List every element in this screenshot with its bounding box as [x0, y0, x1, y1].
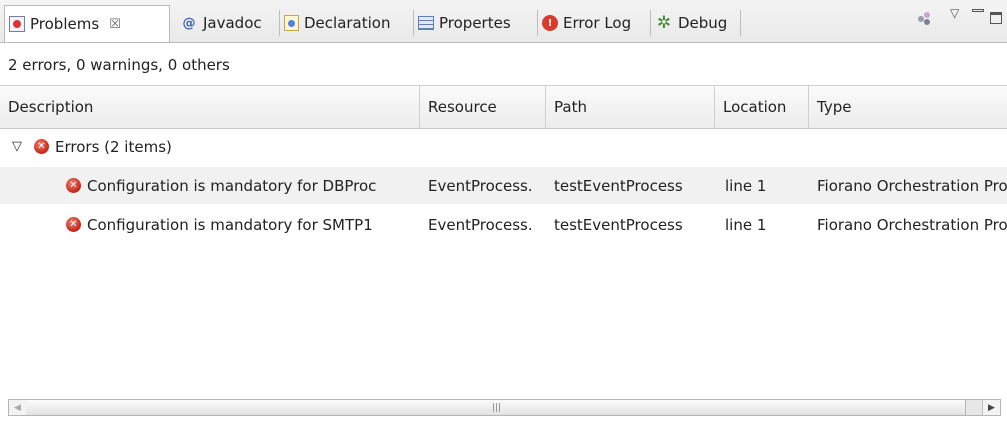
table-row[interactable]: ✕ Configuration is mandatory for SMTP1 E… — [0, 206, 1007, 243]
error-icon: ✕ — [34, 139, 49, 154]
close-icon[interactable]: ☒ — [109, 17, 121, 32]
problems-icon — [9, 16, 25, 32]
javadoc-icon: @ — [182, 15, 196, 31]
declaration-icon — [284, 15, 299, 31]
minimize-icon — [972, 8, 984, 12]
tab-properties[interactable]: Propertes — [414, 6, 538, 40]
error-icon: ✕ — [66, 217, 81, 232]
problem-path: testEventProcess — [554, 215, 683, 234]
column-header-path[interactable]: Path — [546, 86, 715, 128]
tab-error-log[interactable]: ! Error Log — [538, 6, 651, 40]
table-row[interactable]: ✕ Configuration is mandatory for DBProc … — [0, 167, 1007, 204]
tab-declaration-label: Declaration — [304, 14, 391, 32]
tab-error-log-label: Error Log — [563, 14, 632, 32]
focus-on-active-task-icon[interactable] — [918, 12, 932, 26]
scroll-left-icon[interactable]: ◀ — [9, 400, 27, 415]
problem-type: Fiorano Orchestration Problem — [817, 215, 1007, 234]
table-header: Description Resource Path Location Type — [0, 85, 1007, 129]
problem-description: Configuration is mandatory for DBProc — [87, 176, 377, 195]
scrollbar-thumb[interactable] — [26, 400, 966, 415]
properties-icon — [418, 16, 434, 30]
problem-resource: EventProcess. — [428, 215, 533, 234]
tab-debug-label: Debug — [678, 14, 728, 32]
problem-resource: EventProcess. — [428, 176, 533, 195]
maximize-icon — [990, 12, 1002, 24]
problem-type: Fiorano Orchestration Problem — [817, 176, 1007, 195]
tab-declaration[interactable]: Declaration — [280, 6, 414, 40]
column-header-type[interactable]: Type — [809, 86, 1007, 128]
error-icon: ✕ — [66, 178, 81, 193]
problem-location: line 1 — [725, 215, 767, 234]
expand-collapse-icon[interactable]: ▽ — [12, 139, 22, 154]
column-header-location[interactable]: Location — [715, 86, 809, 128]
tab-debug[interactable]: ✲ Debug — [651, 6, 741, 40]
view-menu-button[interactable]: ▽ — [950, 6, 959, 20]
maximize-button[interactable] — [990, 12, 1002, 24]
view-menu-icon: ▽ — [950, 6, 960, 20]
horizontal-scrollbar[interactable]: ◀ ▶ — [8, 399, 1001, 416]
view-toolbar — [918, 12, 932, 26]
problem-description: Configuration is mandatory for SMTP1 — [87, 215, 373, 234]
problem-path: testEventProcess — [554, 176, 683, 195]
problems-summary: 2 errors, 0 warnings, 0 others — [8, 56, 230, 74]
problem-location: line 1 — [725, 176, 767, 195]
column-header-description[interactable]: Description — [0, 86, 420, 128]
tab-problems[interactable]: Problems ☒ — [4, 5, 170, 42]
tree-group-errors[interactable]: ▽ ✕ Errors (2 items) — [0, 128, 1007, 165]
column-header-resource[interactable]: Resource — [420, 86, 546, 128]
tab-problems-label: Problems — [30, 15, 100, 33]
view-tab-bar: Problems ☒ @ Javadoc Declaration Propert… — [0, 0, 1007, 43]
tab-javadoc[interactable]: @ Javadoc — [176, 6, 280, 40]
debug-icon: ✲ — [656, 13, 672, 33]
tab-properties-label: Propertes — [439, 14, 511, 32]
tab-javadoc-label: Javadoc — [203, 14, 262, 32]
group-label: Errors (2 items) — [55, 137, 172, 156]
error-log-icon: ! — [542, 15, 558, 31]
scroll-right-icon[interactable]: ▶ — [982, 400, 1000, 415]
